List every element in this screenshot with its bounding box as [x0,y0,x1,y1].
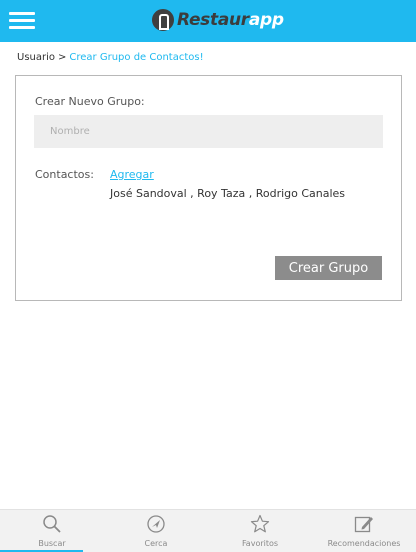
star-icon [250,514,270,533]
nav-label: Buscar [38,539,66,548]
top-bar: Restaurapp [0,0,416,42]
search-icon [43,515,61,533]
create-group-form: Crear Nuevo Grupo: Contactos: Agregar Jo… [15,75,402,301]
bottom-nav: Buscar Cerca Favoritos Recomendaciones [0,509,416,552]
nav-label: Cerca [144,539,168,548]
nav-item-cerca[interactable]: Cerca [104,510,208,552]
edit-icon [354,516,373,533]
nav-item-favoritos[interactable]: Favoritos [208,510,312,552]
logo-mark-icon [152,9,174,31]
breadcrumb-separator: > [58,52,67,63]
navigation-icon [147,515,165,533]
breadcrumb-current: Crear Grupo de Contactos! [69,52,204,63]
nav-item-buscar[interactable]: Buscar [0,510,104,552]
form-title: Crear Nuevo Grupo: [35,95,145,108]
app-logo[interactable]: Restaurapp [152,8,284,32]
selected-contacts: José Sandoval , Roy Taza , Rodrigo Canal… [110,187,346,200]
logo-text: Restaurapp [177,10,284,30]
hamburger-menu-icon[interactable] [9,12,35,30]
nav-label: Favoritos [241,539,279,548]
nav-label: Recomendaciones [327,539,401,548]
nav-item-recomendaciones[interactable]: Recomendaciones [312,510,416,552]
contacts-label: Contactos: [35,168,94,181]
breadcrumb-parent[interactable]: Usuario [17,52,55,63]
create-group-button[interactable]: Crear Grupo [275,256,382,280]
breadcrumb: Usuario > Crear Grupo de Contactos! [17,52,204,63]
add-contacts-link[interactable]: Agregar [110,168,154,181]
group-name-input[interactable] [34,115,383,148]
